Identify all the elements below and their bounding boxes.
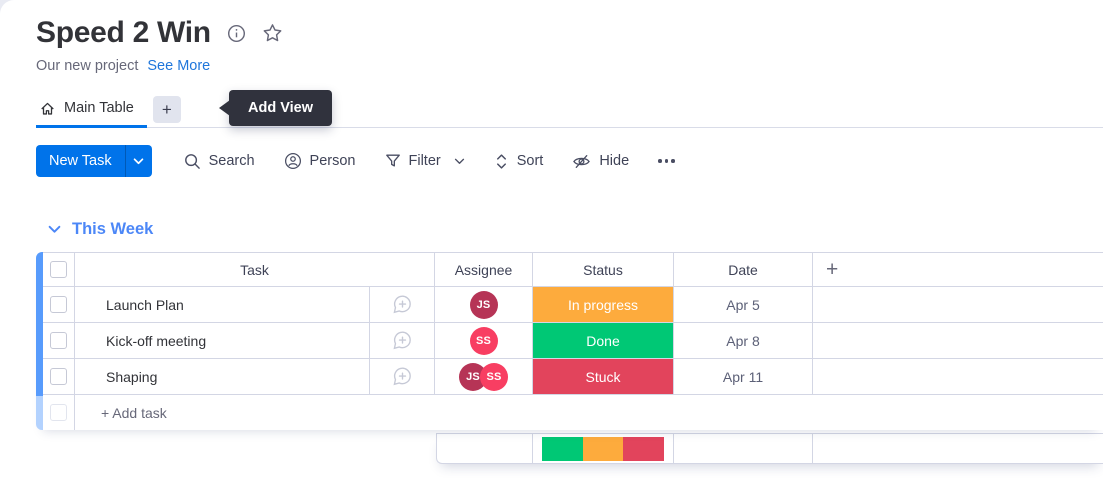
board-header: Speed 2 Win Our new project See More [36, 16, 283, 74]
column-header-date[interactable]: Date [674, 253, 813, 286]
table-row: Launch Plan JS In progress Apr 5 [43, 287, 1103, 323]
table-row: Kick-off meeting SS Done Apr 8 [43, 323, 1103, 359]
star-icon[interactable] [262, 23, 283, 44]
ellipsis-icon [658, 159, 662, 163]
group-header[interactable]: This Week [48, 217, 1103, 241]
row-checkbox[interactable] [50, 332, 67, 349]
filter-button[interactable]: Filter [377, 147, 473, 175]
task-name[interactable]: Kick-off meeting [75, 323, 370, 358]
person-filter-button[interactable]: Person [276, 146, 364, 176]
column-header-task[interactable]: Task [75, 253, 435, 286]
avatar[interactable]: JS [470, 291, 498, 319]
status-segment-done[interactable] [542, 437, 583, 461]
sort-button[interactable]: Sort [486, 147, 552, 176]
sort-label: Sort [517, 153, 544, 169]
status-cell[interactable]: Stuck [533, 359, 674, 394]
task-name[interactable]: Launch Plan [75, 287, 370, 322]
add-view-button[interactable]: + [153, 96, 181, 123]
ellipsis-icon [671, 159, 675, 163]
info-icon[interactable] [227, 24, 246, 43]
row-checkbox[interactable] [50, 368, 67, 385]
table-header-row: Task Assignee Status Date + [43, 252, 1103, 287]
row-checkbox-cell [43, 287, 75, 322]
group-color-bar-faded [36, 396, 43, 430]
add-task-row: + Add task [43, 395, 1103, 430]
group-this-week: This Week Task Assignee Status Date + La… [36, 217, 1103, 464]
person-label: Person [310, 153, 356, 169]
new-task-dropdown[interactable] [125, 145, 152, 177]
add-task-button[interactable]: + Add task [75, 395, 1103, 430]
add-column-button[interactable]: + [813, 253, 1103, 286]
view-tabs-bar: Main Table + Add View [36, 91, 1103, 128]
table-row: Shaping JS SS Stuck Apr 11 [43, 359, 1103, 395]
more-options-button[interactable] [650, 153, 683, 169]
tab-main-table[interactable]: Main Table [36, 91, 147, 128]
task-name[interactable]: Shaping [75, 359, 370, 394]
home-icon [39, 100, 56, 117]
collapse-group-icon[interactable] [48, 225, 61, 234]
column-header-assignee[interactable]: Assignee [435, 253, 533, 286]
group-color-bar [36, 252, 43, 396]
row-checkbox-cell [43, 323, 75, 358]
row-checkbox[interactable] [50, 296, 67, 313]
window-corner [0, 0, 16, 16]
assignee-cell[interactable]: JS SS [435, 359, 533, 394]
assignee-cell[interactable]: SS [435, 323, 533, 358]
assignee-cell[interactable]: JS [435, 287, 533, 322]
column-header-status[interactable]: Status [533, 253, 674, 286]
status-segment-in-progress[interactable] [583, 437, 624, 461]
row-checkbox-cell [43, 359, 75, 394]
tab-label: Main Table [64, 100, 134, 116]
chevron-down-icon[interactable] [454, 158, 465, 165]
filter-icon [385, 153, 401, 169]
tooltip-text: Add View [248, 100, 313, 116]
hide-button[interactable]: Hide [564, 147, 637, 176]
search-button[interactable]: Search [176, 147, 263, 176]
avatar[interactable]: SS [480, 363, 508, 391]
board-toolbar: New Task Search Person Filter [36, 145, 683, 177]
filter-label: Filter [409, 153, 441, 169]
summary-date-cell [674, 434, 813, 463]
summary-status-cell[interactable] [533, 434, 674, 463]
ellipsis-icon [665, 159, 669, 163]
tooltip-arrow [219, 100, 230, 116]
see-more-link[interactable]: See More [147, 58, 210, 74]
date-cell[interactable]: Apr 5 [674, 287, 813, 322]
group-title[interactable]: This Week [72, 220, 153, 239]
status-cell[interactable]: Done [533, 323, 674, 358]
row-checkbox-cell [43, 395, 75, 430]
empty-cell [813, 287, 1103, 322]
summary-assignee-cell [437, 434, 533, 463]
row-checkbox-disabled [50, 404, 67, 421]
board-page: Speed 2 Win Our new project See More [0, 0, 1103, 493]
sort-icon [494, 153, 509, 170]
search-icon [184, 153, 201, 170]
board-description: Our new project [36, 58, 138, 74]
new-task-label[interactable]: New Task [36, 145, 125, 177]
empty-cell [813, 323, 1103, 358]
status-distribution-bar[interactable] [542, 437, 664, 461]
date-cell[interactable]: Apr 8 [674, 323, 813, 358]
add-view-tooltip: Add View [229, 90, 332, 126]
select-all-checkbox[interactable] [50, 261, 67, 278]
new-task-button[interactable]: New Task [36, 145, 152, 177]
eye-slash-icon [572, 153, 591, 170]
avatar[interactable]: SS [470, 327, 498, 355]
status-segment-stuck[interactable] [623, 437, 664, 461]
hide-label: Hide [599, 153, 629, 169]
search-label: Search [209, 153, 255, 169]
add-update-button[interactable] [370, 323, 435, 358]
status-cell[interactable]: In progress [533, 287, 674, 322]
date-cell[interactable]: Apr 11 [674, 359, 813, 394]
add-update-button[interactable] [370, 359, 435, 394]
summary-empty-cell [813, 434, 1103, 463]
person-icon [284, 152, 302, 170]
add-update-button[interactable] [370, 287, 435, 322]
page-title: Speed 2 Win [36, 16, 211, 50]
board-table: Task Assignee Status Date + Launch Plan … [36, 252, 1103, 430]
select-all-cell [43, 253, 75, 286]
group-summary-row [436, 433, 1103, 464]
empty-cell [813, 359, 1103, 394]
